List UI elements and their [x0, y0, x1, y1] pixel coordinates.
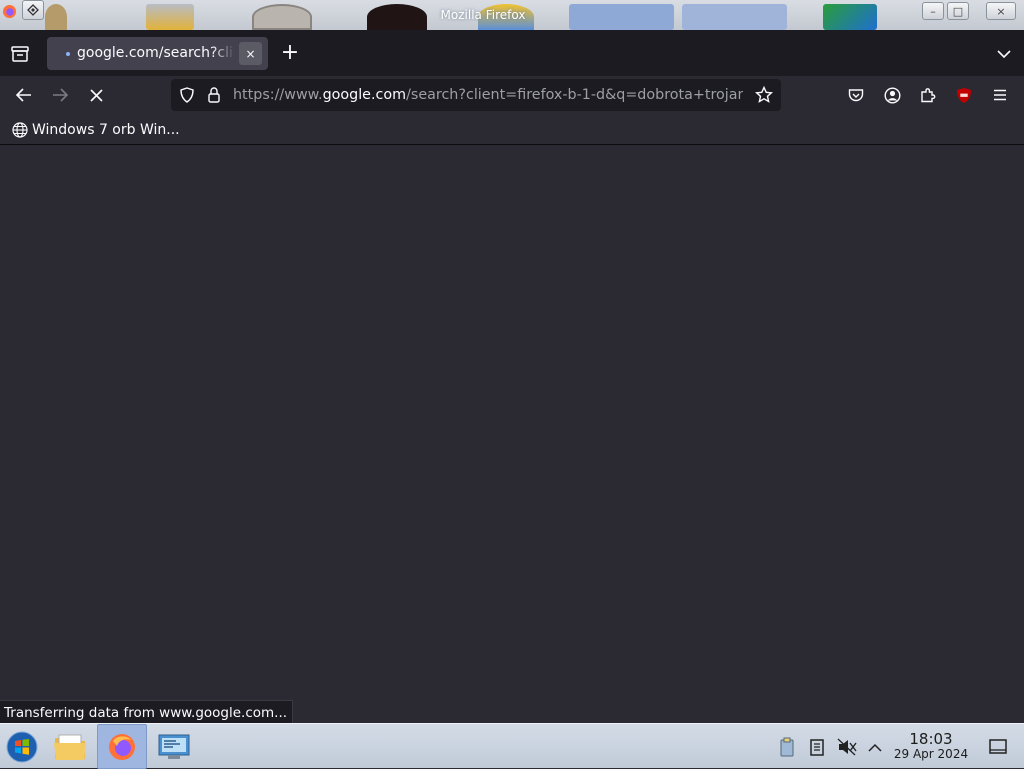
new-tab-button[interactable]: +	[278, 40, 302, 66]
tracking-protection-shield-icon[interactable]	[179, 87, 195, 103]
clock-date: 29 Apr 2024	[893, 747, 969, 761]
url-path: /search?client=firefox-b-1-d&q=dobrota+t…	[406, 87, 743, 103]
bookmarks-toolbar: Windows 7 orb Win...	[0, 114, 1024, 145]
url-bar[interactable]: https://www.google.com/search?client=fir…	[171, 79, 781, 111]
bookmark-star-icon[interactable]	[754, 85, 774, 104]
bookmark-item[interactable]: Windows 7 orb Win...	[12, 120, 180, 140]
extensions-puzzle-icon[interactable]	[913, 80, 943, 110]
menu-hamburger-icon[interactable]	[985, 80, 1015, 110]
url-host: google.com	[322, 87, 407, 103]
minimize-button[interactable]: –	[922, 2, 944, 20]
maximize-button[interactable]: □	[947, 2, 969, 20]
url-text[interactable]: https://www.google.com/search?client=fir…	[233, 87, 743, 103]
ublock-origin-icon[interactable]	[949, 80, 979, 110]
clock-time: 18:03	[909, 730, 953, 748]
loading-indicator	[66, 52, 70, 56]
list-all-tabs-icon[interactable]	[992, 42, 1016, 66]
show-desktop-icon[interactable]	[987, 736, 1009, 758]
account-icon[interactable]	[877, 80, 907, 110]
pocket-icon[interactable]	[841, 80, 871, 110]
globe-icon	[12, 122, 28, 138]
lock-icon[interactable]	[207, 86, 221, 104]
url-prefix: https://www.	[233, 87, 323, 103]
back-button[interactable]	[9, 80, 39, 110]
chevron-up-icon[interactable]	[864, 736, 886, 758]
status-panel: Transferring data from www.google.com...	[0, 700, 293, 723]
page-content[interactable]	[0, 145, 1024, 723]
window-titlebar[interactable]: Mozilla Firefox – □ ×	[0, 0, 1024, 30]
tab-strip: google.com/search?client=firefox-b-1-d&q…	[0, 30, 1024, 76]
bookmark-label: Windows 7 orb Win...	[32, 122, 180, 138]
forward-button[interactable]	[45, 80, 75, 110]
taskbar: 18:03 29 Apr 2024	[0, 723, 1024, 769]
notes-tray-icon[interactable]	[806, 736, 828, 758]
tab-title: google.com/search?client=firefox-b-1-d&q…	[77, 45, 235, 61]
stop-button[interactable]	[81, 80, 111, 110]
firefox-view-icon[interactable]	[8, 42, 32, 66]
clock[interactable]: 18:03 29 Apr 2024	[888, 730, 974, 762]
tab-google-search[interactable]: google.com/search?client=firefox-b-1-d&q…	[47, 37, 268, 70]
firefox-taskbar-icon[interactable]	[97, 724, 147, 769]
volume-muted-icon[interactable]	[836, 736, 858, 758]
window-title: Mozilla Firefox	[440, 8, 526, 22]
start-orb-button[interactable]	[0, 724, 44, 769]
file-manager-icon[interactable]	[46, 724, 94, 769]
clipboard-tray-icon[interactable]	[776, 736, 798, 758]
navigation-toolbar: https://www.google.com/search?client=fir…	[0, 76, 1024, 114]
close-tab-button[interactable]: ×	[239, 42, 262, 65]
system-settings-icon[interactable]	[150, 724, 198, 769]
close-button[interactable]: ×	[986, 2, 1016, 20]
